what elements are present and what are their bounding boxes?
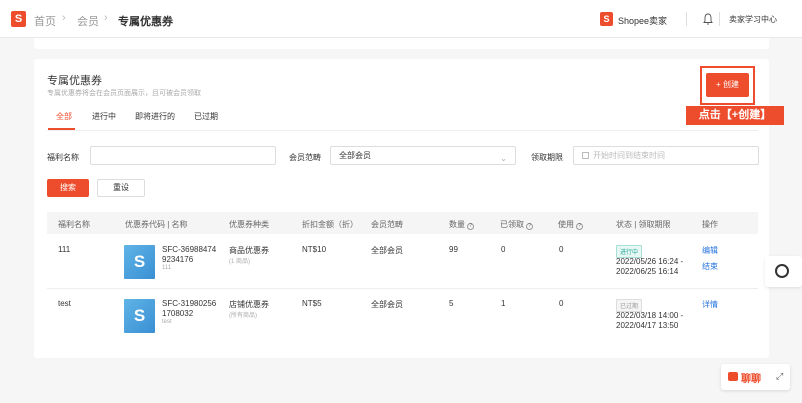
- tab-ongoing[interactable]: 进行中: [92, 111, 116, 122]
- coupon-quantity: 5: [449, 299, 454, 308]
- coupon-claimed: 0: [501, 245, 506, 254]
- breadcrumb-home[interactable]: 首页: [34, 13, 56, 29]
- col-discount: 折扣金额（折）: [302, 220, 358, 229]
- coupon-type-sub: (所有商品): [229, 313, 257, 319]
- col-scope: 会员范畴: [371, 220, 403, 229]
- breadcrumb-current: 专属优惠券: [118, 16, 173, 28]
- tab-expired[interactable]: 已过期: [194, 111, 218, 122]
- period-start: 2022/03/18 14:00 -: [616, 311, 684, 320]
- coupon-name: 111: [162, 265, 172, 271]
- coupon-scope: 全部会员: [371, 300, 403, 309]
- coupon-claimed: 1: [501, 299, 506, 308]
- scope-filter-select[interactable]: 全部会员 ⌄: [330, 146, 516, 165]
- col-code: 优惠券代码 | 名称: [125, 220, 188, 229]
- coupon-type: 店铺优惠券: [229, 300, 269, 309]
- breadcrumb-members[interactable]: 会员: [77, 13, 99, 29]
- end-link[interactable]: 结束: [702, 261, 718, 272]
- learning-center-link[interactable]: 卖家学习中心: [729, 14, 777, 25]
- chat-icon: [728, 372, 738, 381]
- chat-widget[interactable]: 聊聊 ⤢: [721, 364, 790, 390]
- row-divider: [47, 288, 758, 289]
- period-start: 2022/05/26 16:24 -: [616, 257, 684, 266]
- previous-card: [34, 38, 769, 49]
- period-end: 2022/06/25 16:14: [616, 267, 679, 276]
- coupon-quantity: 99: [449, 245, 458, 254]
- col-status: 状态 | 领取期限: [616, 220, 671, 229]
- coupon-code: SFC-36988474: [162, 245, 217, 254]
- col-used: 使用?: [558, 219, 583, 230]
- shopee-seller-logo-icon: S: [600, 12, 613, 26]
- coupon-code-cont: 1708032: [162, 309, 194, 318]
- tab-all[interactable]: 全部: [56, 111, 72, 122]
- breadcrumb-separator: ›: [104, 12, 108, 24]
- col-type: 优惠券种类: [229, 220, 269, 229]
- tabs-divider: [47, 130, 758, 131]
- details-link[interactable]: 详情: [702, 299, 718, 310]
- edit-link[interactable]: 编辑: [702, 245, 718, 256]
- divider: [686, 12, 687, 26]
- brand-label[interactable]: Shopee卖家: [618, 14, 667, 27]
- headset-icon: [775, 264, 789, 278]
- col-actions: 操作: [702, 220, 718, 229]
- create-callout: 点击【+创建】: [686, 106, 784, 125]
- card-subtitle: 专属优惠券将会在会员页面展示，且可被会员领取: [47, 90, 201, 97]
- period-placeholder: 开始时间到结束时间: [593, 151, 665, 160]
- chevron-down-icon: ⌄: [500, 154, 507, 163]
- top-bar: S 首页 › 会员 › 专属优惠券 S Shopee卖家 卖家学习中心: [0, 0, 802, 38]
- help-icon[interactable]: ?: [467, 223, 474, 230]
- coupon-type-sub: (1 商品): [229, 259, 251, 265]
- coupon-used: 0: [559, 299, 564, 308]
- period-end: 2022/04/17 13:50: [616, 321, 679, 330]
- breadcrumb-separator: ›: [62, 12, 66, 24]
- reset-button[interactable]: 重设: [97, 179, 145, 197]
- help-icon[interactable]: ?: [576, 223, 583, 230]
- chat-label: 聊聊: [741, 374, 761, 385]
- name-filter-input[interactable]: [90, 146, 276, 165]
- coupon-discount: NT$5: [302, 299, 322, 308]
- customer-support-button[interactable]: [765, 256, 802, 287]
- name-filter-label: 福利名称: [47, 153, 79, 162]
- coupon-used: 0: [559, 245, 564, 254]
- coupon-icon: S: [124, 245, 155, 279]
- bell-icon[interactable]: [703, 12, 713, 26]
- card-title: 专属优惠券: [47, 75, 102, 87]
- row-name: test: [58, 299, 71, 308]
- scope-filter-value: 全部会员: [339, 151, 371, 160]
- shopee-logo-icon[interactable]: S: [11, 11, 26, 27]
- period-filter-label: 领取期限: [531, 153, 563, 162]
- scope-filter-label: 会员范畴: [289, 153, 321, 162]
- col-name: 福利名称: [58, 220, 90, 229]
- coupon-scope: 全部会员: [371, 246, 403, 255]
- exclusive-coupons-card: 专属优惠券 专属优惠券将会在会员页面展示，且可被会员领取 + 创建 点击【+创建…: [34, 59, 784, 358]
- col-quantity: 数量?: [449, 219, 474, 230]
- search-button[interactable]: 搜索: [47, 179, 89, 197]
- col-claimed: 已领取?: [500, 219, 533, 230]
- help-icon[interactable]: ?: [526, 223, 533, 230]
- period-filter-input[interactable]: 开始时间到结束时间: [573, 146, 759, 165]
- table-header: 福利名称 优惠券代码 | 名称 优惠券种类 折扣金额（折） 会员范畴 数量? 已…: [47, 212, 758, 234]
- row-name: 111: [58, 245, 71, 254]
- coupon-type: 商品优惠券: [229, 246, 269, 255]
- coupon-discount: NT$10: [302, 245, 327, 254]
- expand-icon[interactable]: ⤢: [776, 371, 783, 382]
- divider: [719, 12, 720, 26]
- create-button[interactable]: + 创建: [706, 73, 749, 97]
- coupon-code: SFC-31980256: [162, 299, 217, 308]
- tab-upcoming[interactable]: 即将进行的: [135, 111, 175, 122]
- calendar-icon: [582, 152, 589, 159]
- coupon-code-cont: 9234176: [162, 255, 194, 264]
- coupon-icon: S: [124, 299, 155, 333]
- coupon-name: test: [162, 319, 172, 325]
